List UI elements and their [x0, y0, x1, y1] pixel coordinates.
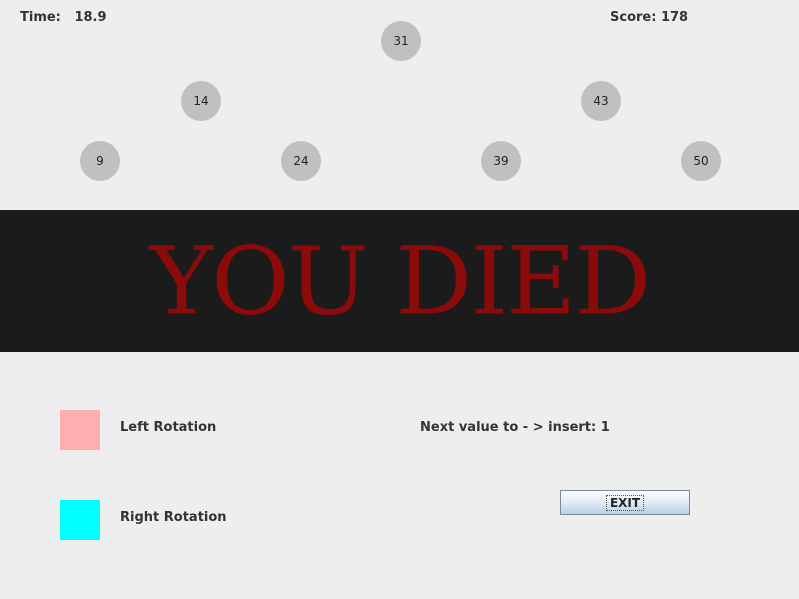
- right-rotation-swatch: [60, 500, 100, 540]
- tree-node-value: 50: [693, 154, 709, 168]
- next-value-label: Next value to - > insert:: [420, 420, 597, 435]
- right-rotation-label: Right Rotation: [120, 510, 227, 525]
- tree-node-value: 39: [493, 154, 509, 168]
- death-banner: YOU DIED: [0, 210, 799, 352]
- tree-node: 39: [481, 141, 521, 181]
- tree-node: 9: [80, 141, 120, 181]
- next-value-number: 1: [600, 420, 610, 435]
- tree-node: 43: [581, 81, 621, 121]
- binary-tree: 31 14 43 9 24 39 50: [0, 0, 799, 200]
- tree-node: 31: [381, 21, 421, 61]
- tree-node-value: 9: [96, 154, 104, 168]
- exit-button-label: EXIT: [605, 494, 645, 511]
- tree-node: 50: [681, 141, 721, 181]
- tree-node-value: 43: [593, 94, 609, 108]
- next-value-display: Next value to - > insert: 1: [420, 420, 610, 435]
- exit-button[interactable]: EXIT: [560, 490, 690, 515]
- death-message: YOU DIED: [149, 226, 651, 336]
- left-rotation-swatch: [60, 410, 100, 450]
- left-rotation-label: Left Rotation: [120, 420, 217, 435]
- tree-node: 14: [181, 81, 221, 121]
- tree-node-value: 24: [293, 154, 309, 168]
- tree-node-value: 14: [193, 94, 209, 108]
- tree-node-value: 31: [393, 34, 409, 48]
- tree-node: 24: [281, 141, 321, 181]
